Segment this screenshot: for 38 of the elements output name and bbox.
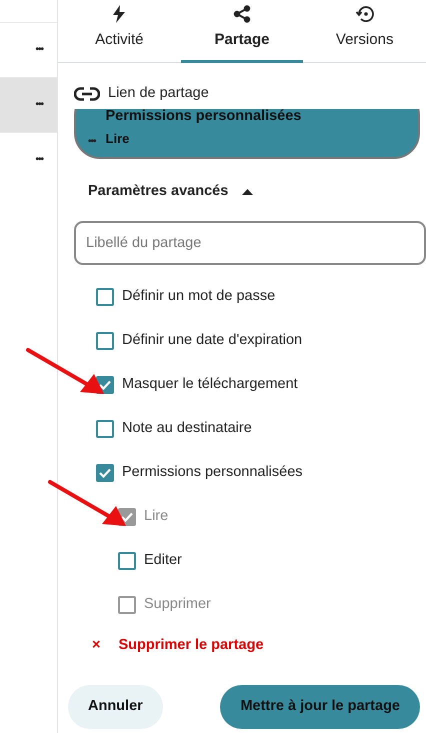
check-icon bbox=[99, 468, 111, 478]
check-icon bbox=[99, 380, 111, 390]
checkbox-label[interactable]: Note au destinataire bbox=[122, 418, 252, 440]
share-permission: Lire bbox=[106, 131, 130, 147]
checkbox-label[interactable]: Permissions personnalisées bbox=[122, 462, 303, 484]
checkbox-label[interactable]: Editer bbox=[144, 550, 182, 572]
history-icon bbox=[355, 5, 374, 23]
share-link-card[interactable]: ••• Permissions personnalisées Lire bbox=[74, 108, 420, 159]
cancel-button[interactable]: Annuler bbox=[68, 685, 163, 729]
checkbox-label[interactable]: Masquer le téléchargement bbox=[122, 374, 298, 396]
checkbox[interactable] bbox=[96, 288, 114, 306]
checkbox-label[interactable]: Définir une date d'expiration bbox=[122, 330, 302, 352]
tab[interactable]: Versions bbox=[303, 0, 426, 63]
advanced-settings-toggle[interactable]: Paramètres avancés bbox=[88, 180, 254, 202]
more-menu-button[interactable]: ••• bbox=[88, 136, 96, 147]
share-title: Permissions personnalisées bbox=[106, 108, 302, 126]
more-menu-button[interactable]: ••• bbox=[35, 100, 43, 110]
update-share-button[interactable]: Mettre à jour le partage bbox=[220, 685, 420, 729]
check-icon bbox=[121, 512, 133, 522]
share-icon bbox=[233, 5, 251, 23]
more-menu-button[interactable]: ••• bbox=[35, 45, 43, 55]
file-row[interactable]: ••• bbox=[0, 132, 57, 187]
tab[interactable]: Partage bbox=[180, 0, 304, 63]
checkbox-label[interactable]: Définir un mot de passe bbox=[122, 286, 276, 308]
section-heading: Lien de partage bbox=[108, 84, 209, 103]
checkbox[interactable] bbox=[96, 420, 114, 438]
file-row[interactable]: ••• bbox=[0, 77, 57, 132]
tab[interactable]: Activité bbox=[58, 0, 181, 63]
lightning-icon bbox=[113, 5, 126, 23]
link-icon bbox=[74, 86, 100, 101]
delete-share-button[interactable]: × Supprimer le partage bbox=[92, 634, 264, 656]
caret-icon bbox=[242, 188, 254, 195]
more-menu-button[interactable]: ••• bbox=[35, 155, 43, 165]
checkbox[interactable] bbox=[96, 332, 114, 350]
checkbox[interactable] bbox=[118, 552, 136, 570]
close-icon: × bbox=[92, 634, 100, 656]
checkbox[interactable] bbox=[96, 464, 114, 482]
share-label-field[interactable]: Libellé du partage bbox=[74, 220, 426, 264]
